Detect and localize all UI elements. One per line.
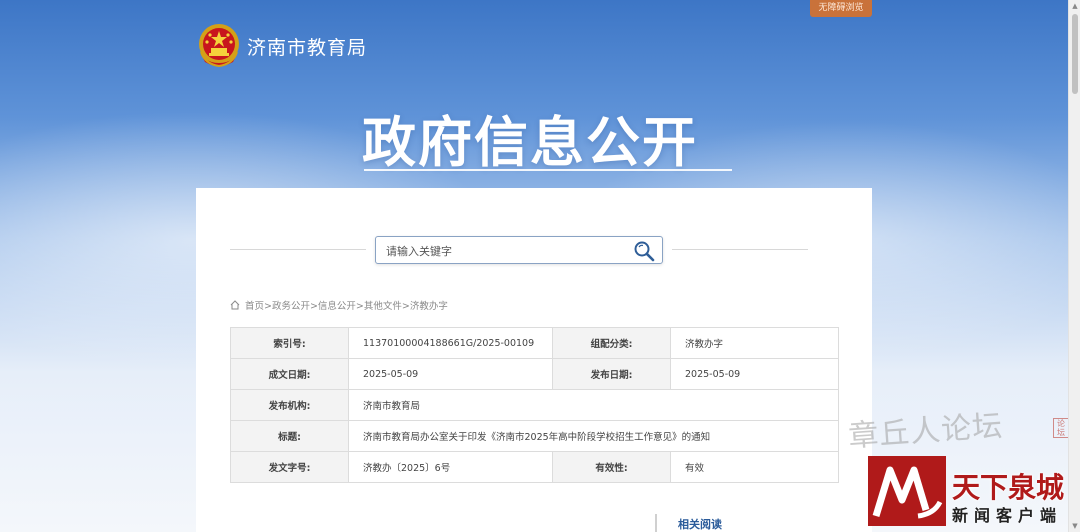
search-divider-right <box>672 249 808 250</box>
title-label: 标题: <box>230 420 349 452</box>
brand-subtitle-watermark: 新闻客户端 <box>952 506 1063 525</box>
index-value: 11370100004188661G/2025-00109 <box>348 327 553 359</box>
category-value: 济教办字 <box>670 327 839 359</box>
published-date-value: 2025-05-09 <box>670 358 839 390</box>
scroll-down-icon[interactable]: ▼ <box>1071 522 1079 530</box>
brand-watermark: 天下泉城 <box>952 471 1065 504</box>
table-row: 发布机构: 济南市教育局 <box>230 389 839 421</box>
hero-underline <box>364 169 732 171</box>
created-date-label: 成文日期: <box>230 358 349 390</box>
breadcrumb[interactable]: 首页>政务公开>信息公开>其他文件>济教办字 <box>230 298 448 312</box>
site-logo[interactable]: 济南市教育局 <box>197 22 367 70</box>
validity-label: 有效性: <box>552 451 671 483</box>
org-label: 发布机构: <box>230 389 349 421</box>
validity-value: 有效 <box>670 451 839 483</box>
table-row: 标题: 济南市教育局办公室关于印发《济南市2025年高中阶段学校招生工作意见》的… <box>230 420 839 452</box>
page-scrollbar[interactable]: ▲ ▼ <box>1068 0 1080 532</box>
scroll-thumb[interactable] <box>1072 14 1078 94</box>
national-emblem-icon <box>199 24 239 68</box>
doc-number-value: 济教办〔2025〕6号 <box>348 451 553 483</box>
content-panel: 首页>政务公开>信息公开>其他文件>济教办字 索引号: 113701000041… <box>196 188 872 532</box>
title-value: 济南市教育局办公室关于印发《济南市2025年高中阶段学校招生工作意见》的通知 <box>348 420 839 452</box>
related-divider <box>655 514 657 532</box>
tianxia-quancheng-logo-icon <box>868 456 946 526</box>
created-date-value: 2025-05-09 <box>348 358 553 390</box>
org-value: 济南市教育局 <box>348 389 839 421</box>
category-label: 组配分类: <box>552 327 671 359</box>
home-icon <box>230 300 240 310</box>
table-row: 成文日期: 2025-05-09 发布日期: 2025-05-09 <box>230 358 839 390</box>
search-input[interactable] <box>386 241 626 261</box>
document-meta-table: 索引号: 11370100004188661G/2025-00109 组配分类:… <box>230 327 839 483</box>
table-row: 索引号: 11370100004188661G/2025-00109 组配分类:… <box>230 327 839 359</box>
search-box <box>375 236 663 264</box>
magnifier-icon[interactable] <box>632 239 656 263</box>
accessibility-button[interactable]: 无障碍浏览 <box>810 0 872 17</box>
index-label: 索引号: <box>230 327 349 359</box>
search-divider-left <box>230 249 366 250</box>
table-row: 发文字号: 济教办〔2025〕6号 有效性: 有效 <box>230 451 839 483</box>
watermark-seal: 论坛 <box>1053 418 1069 438</box>
breadcrumb-text[interactable]: 首页>政务公开>信息公开>其他文件>济教办字 <box>245 298 448 312</box>
scroll-up-icon[interactable]: ▲ <box>1071 2 1079 10</box>
doc-number-label: 发文字号: <box>230 451 349 483</box>
site-name: 济南市教育局 <box>247 36 368 59</box>
related-reading-heading[interactable]: 相关阅读 <box>678 516 722 532</box>
hero-title: 政府信息公开 <box>362 111 698 174</box>
published-date-label: 发布日期: <box>552 358 671 390</box>
